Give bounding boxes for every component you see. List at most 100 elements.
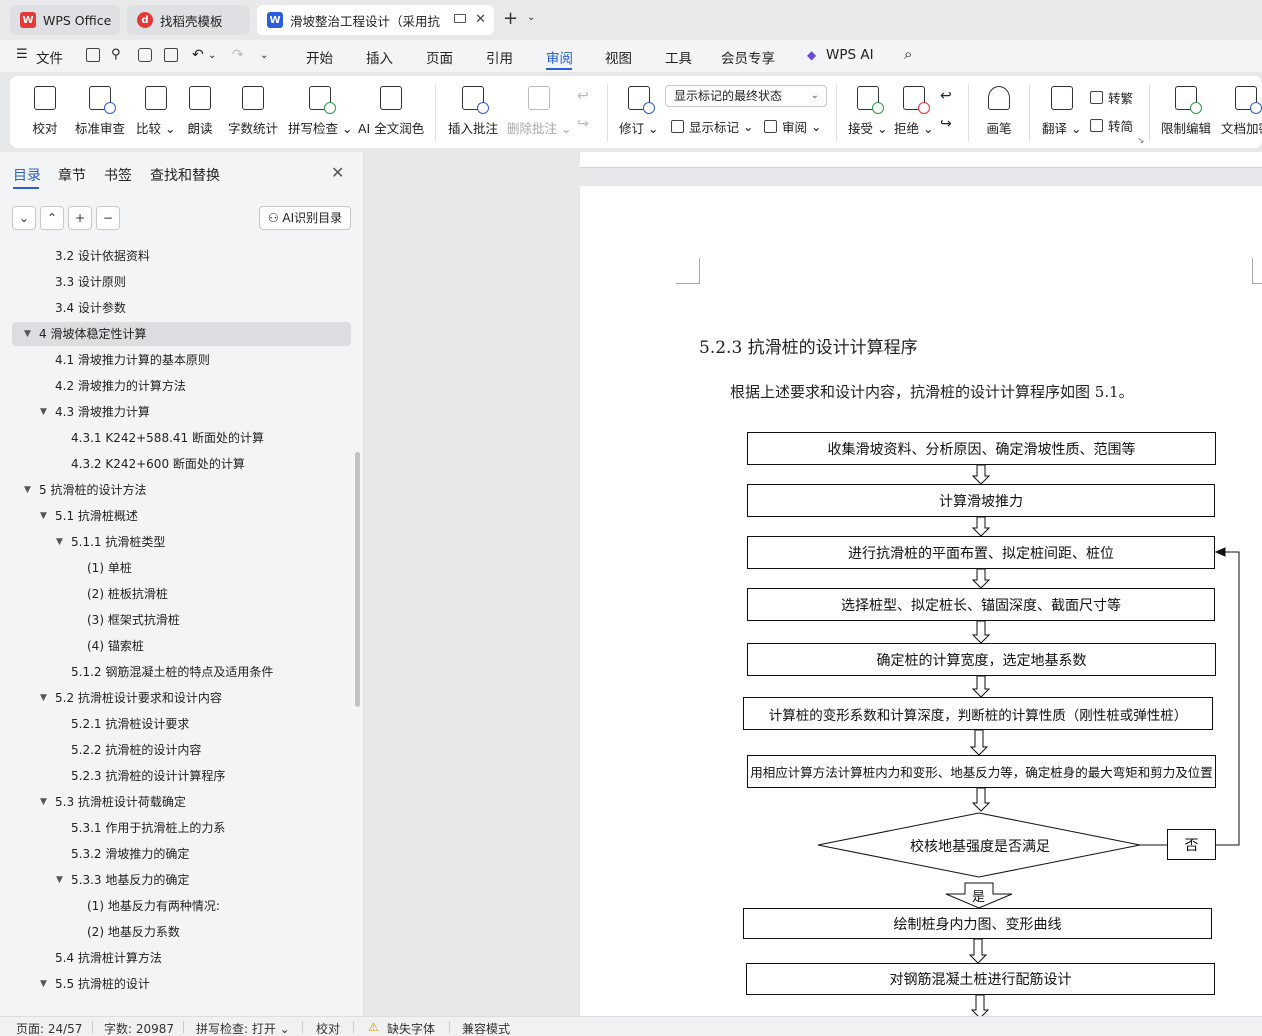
reject-button[interactable]: 拒绝 ⌄ (894, 76, 933, 148)
expand-triangle-icon[interactable]: ▼ (24, 322, 31, 346)
toc-item[interactable]: (2) 桩板抗滑桩 (0, 582, 356, 606)
previous-change-icon[interactable]: ↩ (940, 88, 952, 104)
toc-item[interactable]: 4.2 滑坡推力的计算方法 (0, 374, 356, 398)
toc-item[interactable]: 5.3.2 滑坡推力的确定 (0, 842, 356, 866)
toc-item[interactable]: ▼ 5.1.1 抗滑桩类型 (0, 530, 356, 554)
word-count-button[interactable]: 字数统计 (228, 76, 278, 148)
toc-item[interactable]: (1) 地基反力有两种情况: (0, 894, 356, 918)
menu-references[interactable]: 引用 (486, 47, 513, 67)
toc-item[interactable]: (1) 单桩 (0, 556, 356, 580)
menu-file[interactable]: 文件 (36, 47, 63, 67)
print-icon[interactable] (138, 48, 152, 62)
to-simplified-button[interactable]: 转简 (1090, 116, 1133, 135)
toc-item[interactable]: 5.4 抗滑桩计算方法 (0, 946, 356, 970)
monitor-icon[interactable] (454, 14, 466, 23)
next-comment-icon[interactable]: ↪ (577, 116, 589, 132)
spell-check-button[interactable]: 拼写检查 ⌄ (288, 76, 352, 148)
show-markup-button[interactable]: 显示标记 ⌄ (671, 117, 753, 136)
translate-button[interactable]: 翻译 ⌄ (1042, 76, 1081, 148)
standard-review-button[interactable]: 标准审查 (75, 76, 125, 148)
undo-dropdown-icon[interactable]: ⌄ (208, 50, 216, 61)
more-icon[interactable]: ⌄ (260, 50, 268, 61)
menu-member[interactable]: 会员专享 (721, 47, 775, 67)
to-traditional-button[interactable]: 转繁 (1090, 88, 1133, 107)
toc-item[interactable]: 3.4 设计参数 (0, 296, 356, 320)
toc-item[interactable]: (2) 地基反力系数 (0, 920, 356, 944)
nav-tab-sections[interactable]: 章节 (58, 165, 86, 185)
toc-item[interactable]: 4.1 滑坡推力计算的基本原则 (0, 348, 356, 372)
menu-tools[interactable]: 工具 (665, 47, 692, 67)
print-preview-icon[interactable] (164, 48, 178, 62)
word-count-status[interactable]: 字数: 20987 (104, 1020, 174, 1036)
remove-heading-button[interactable]: − (96, 206, 120, 230)
nav-tab-find-replace[interactable]: 查找和替换 (150, 165, 220, 185)
toc-item[interactable]: 4.3.1 K242+588.41 断面处的计算 (0, 426, 356, 450)
tab-docer-templates[interactable]: d 找稻壳模板 (127, 5, 250, 35)
delete-comment-button[interactable]: 删除批注 ⌄ (507, 76, 571, 148)
close-icon[interactable]: ✕ (475, 12, 486, 27)
toc-item[interactable]: 3.2 设计依据资料 (0, 244, 356, 268)
menu-page[interactable]: 页面 (426, 47, 453, 67)
tab-wps-office[interactable]: W WPS Office (10, 5, 120, 35)
expand-triangle-icon[interactable]: ▼ (40, 790, 47, 814)
review-pane-button[interactable]: 审阅 ⌄ (764, 117, 821, 136)
nav-tab-bookmarks[interactable]: 书签 (104, 165, 132, 185)
toc-item[interactable]: ▼ 5.3 抗滑桩设计荷载确定 (0, 790, 356, 814)
toc-item[interactable]: 3.3 设计原则 (0, 270, 356, 294)
markup-display-select[interactable]: 显示标记的最终状态 ⌄ (665, 85, 827, 107)
toc-item[interactable]: (3) 框架式抗滑桩 (0, 608, 356, 632)
expand-triangle-icon[interactable]: ▼ (24, 478, 31, 502)
track-changes-button[interactable]: 修订 ⌄ (619, 76, 658, 148)
undo-icon[interactable]: ↶ (192, 47, 204, 63)
toc-item[interactable]: 4.3.2 K242+600 断面处的计算 (0, 452, 356, 476)
toc-item[interactable]: ▼ 5.1 抗滑桩概述 (0, 504, 356, 528)
expand-triangle-icon[interactable]: ▼ (40, 504, 47, 528)
toc-item[interactable]: 5.2.2 抗滑桩的设计内容 (0, 738, 356, 762)
proofread-button[interactable]: 校对 (32, 76, 58, 148)
pen-button[interactable]: 画笔 (986, 76, 1012, 148)
add-heading-button[interactable]: + (68, 206, 92, 230)
toc-item[interactable]: 5.2.3 抗滑桩的设计计算程序 (0, 764, 356, 788)
expand-triangle-icon[interactable]: ▼ (40, 686, 47, 710)
expand-triangle-icon[interactable]: ▼ (40, 400, 47, 424)
search-icon[interactable]: ⌕ (904, 45, 912, 63)
toc-item[interactable]: 5.2.1 抗滑桩设计要求 (0, 712, 356, 736)
close-icon[interactable]: ✕ (331, 163, 344, 182)
doc-encrypt-button[interactable]: 文档加密 (1221, 76, 1262, 148)
toc-item[interactable]: ▼ 4.3 滑坡推力计算 (0, 400, 356, 424)
proof-status[interactable]: 校对 (316, 1020, 340, 1036)
restrict-edit-button[interactable]: 限制编辑 (1161, 76, 1211, 148)
toc-item-selected[interactable]: ▼ 4 滑坡体稳定性计算 (12, 322, 351, 346)
ai-polish-button[interactable]: AI 全文润色 (358, 76, 424, 148)
accept-button[interactable]: 接受 ⌄ (848, 76, 887, 148)
toc-item[interactable]: ▼ 5.2 抗滑桩设计要求和设计内容 (0, 686, 356, 710)
missing-font-status[interactable]: 缺失字体 (387, 1020, 435, 1036)
expand-up-button[interactable]: ⌃ (40, 206, 64, 230)
spell-check-status[interactable]: 拼写检查: 打开 ⌄ (196, 1020, 290, 1036)
scrollbar[interactable] (355, 452, 360, 707)
toc-item[interactable]: 5.3.1 作用于抗滑桩上的力系 (0, 816, 356, 840)
redo-icon[interactable]: ↷ (232, 47, 244, 63)
new-tab-icon[interactable]: + (503, 9, 518, 29)
expand-group-icon[interactable]: ↘ (1137, 136, 1145, 146)
chevron-down-icon[interactable]: ⌄ (527, 12, 535, 23)
toc-item[interactable]: (4) 锚索桩 (0, 634, 356, 658)
collapse-all-button[interactable]: ⌄ (12, 206, 36, 230)
compare-button[interactable]: 比较 ⌄ (136, 76, 175, 148)
toc-item[interactable]: ▼ 5.3.3 地基反力的确定 (0, 868, 356, 892)
toc-item[interactable]: ▼ 5.5 抗滑桩的设计 (0, 972, 356, 996)
ai-toc-button[interactable]: ⚇ AI识别目录 (259, 206, 351, 230)
insert-comment-button[interactable]: 插入批注 (448, 76, 498, 148)
expand-triangle-icon[interactable]: ▼ (56, 868, 63, 892)
toc-item[interactable]: 5.1.2 钢筋混凝土桩的特点及适用条件 (0, 660, 356, 684)
page-indicator[interactable]: 页面: 24/57 (16, 1020, 82, 1036)
read-aloud-button[interactable]: 朗读 (187, 76, 213, 148)
toc-item[interactable]: ▼ 5 抗滑桩的设计方法 (0, 478, 356, 502)
expand-triangle-icon[interactable]: ▼ (40, 972, 47, 996)
next-change-icon[interactable]: ↪ (940, 116, 952, 132)
menu-insert[interactable]: 插入 (366, 47, 393, 67)
nav-tab-toc[interactable]: 目录 (13, 165, 41, 185)
save-icon[interactable] (86, 48, 100, 62)
previous-comment-icon[interactable]: ↩ (577, 88, 589, 104)
menu-home[interactable]: 开始 (306, 47, 333, 67)
